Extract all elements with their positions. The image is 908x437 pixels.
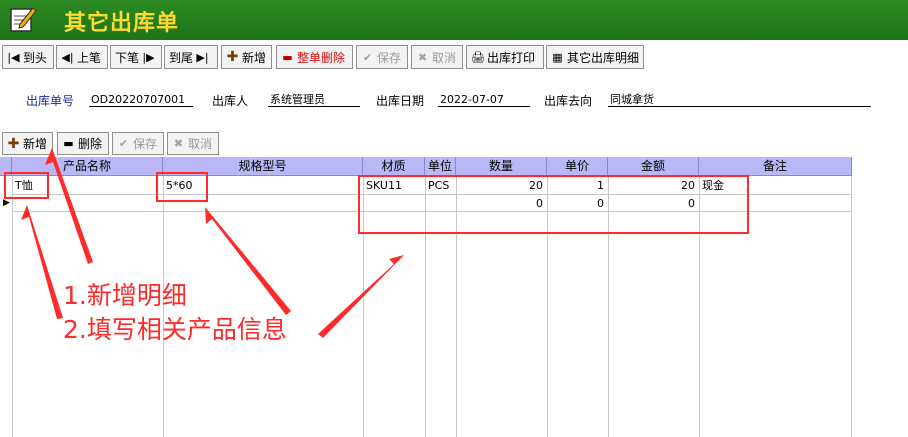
cell-qty[interactable]: 0 — [458, 196, 543, 211]
x-icon: ✖ — [173, 137, 184, 150]
doc-no-field[interactable]: OD20220707001 — [89, 92, 193, 107]
save-button[interactable]: ✔ 保存 — [356, 45, 408, 69]
cell-price[interactable]: 1 — [549, 178, 604, 193]
title-bar: 其它出库单 — [0, 0, 908, 40]
grid-divider — [608, 176, 609, 437]
col-header-amount[interactable]: 金额 — [608, 157, 699, 176]
last-record-button[interactable]: 到尾 ▶| — [164, 45, 218, 69]
main-toolbar: |◀ 到头 ◀| 上笔 下笔 |▶ 到尾 ▶| ✚ 新增 ▬ 整单删除 ✔ 保存… — [0, 45, 908, 71]
cell-amount[interactable]: 0 — [610, 196, 695, 211]
date-label: 出库日期 — [376, 94, 425, 108]
row-divider — [12, 211, 852, 212]
row-header-corner — [0, 157, 12, 176]
annotation-step1: 1.新增明细 — [63, 281, 187, 310]
prev-record-icon: ◀| — [61, 50, 74, 64]
grid-divider — [425, 176, 426, 437]
print-button[interactable]: 🖨 出库打印 — [466, 45, 544, 69]
row-divider — [12, 194, 852, 195]
cell-unit[interactable]: PCS — [428, 178, 449, 193]
window-title: 其它出库单 — [64, 11, 180, 36]
col-header-name[interactable]: 产品名称 — [12, 157, 163, 176]
col-header-qty[interactable]: 数量 — [456, 157, 547, 176]
cell-price[interactable]: 0 — [549, 196, 604, 211]
table-icon: ▦ — [552, 50, 563, 64]
doc-no-label: 出库单号 — [26, 94, 75, 108]
cell-name[interactable]: T恤 — [15, 178, 33, 193]
cell-note[interactable]: 现金 — [702, 178, 724, 193]
detail-save-button[interactable]: ✔ 保存 — [112, 132, 164, 155]
detail-delete-button[interactable]: ▬ 删除 — [57, 132, 109, 155]
current-row-indicator-icon: ▶ — [3, 198, 10, 208]
check-icon: ✔ — [118, 137, 129, 150]
cell-amount[interactable]: 20 — [610, 178, 695, 193]
cell-material[interactable]: SKU11 — [366, 178, 402, 193]
annotation-step2: 2.填写相关产品信息 — [63, 315, 287, 344]
cell-qty[interactable]: 20 — [458, 178, 543, 193]
printer-icon: 🖨 — [471, 50, 485, 64]
header-form: 出库单号 OD20220707001 出库人 系统管理员 出库日期 2022-0… — [0, 88, 908, 114]
person-field[interactable]: 系统管理员 — [268, 92, 360, 107]
first-record-button[interactable]: |◀ 到头 — [2, 45, 54, 69]
check-icon: ✔ — [362, 50, 373, 64]
col-header-spec[interactable]: 规格型号 — [163, 157, 363, 176]
col-header-price[interactable]: 单价 — [547, 157, 608, 176]
grid-divider — [12, 176, 13, 437]
grid-divider — [851, 176, 852, 437]
detail-add-button[interactable]: ✚ 新增 — [2, 132, 53, 155]
notepad-pencil-icon — [10, 7, 37, 32]
date-field[interactable]: 2022-07-07 — [438, 92, 530, 107]
next-record-icon: |▶ — [142, 50, 155, 64]
minus-icon: ▬ — [282, 50, 293, 64]
prev-record-button[interactable]: ◀| 上笔 — [56, 45, 108, 69]
grid-divider — [363, 176, 364, 437]
grid-divider — [699, 176, 700, 437]
plus-icon: ✚ — [226, 49, 239, 65]
last-record-icon: ▶| — [196, 50, 209, 64]
dest-label: 出库去向 — [544, 94, 593, 108]
first-record-icon: |◀ — [7, 50, 20, 64]
delete-all-button[interactable]: ▬ 整单删除 — [276, 45, 353, 69]
add-button[interactable]: ✚ 新增 — [221, 45, 272, 69]
col-header-note[interactable]: 备注 — [699, 157, 852, 176]
grid-divider — [547, 176, 548, 437]
next-record-button[interactable]: 下笔 |▶ — [110, 45, 162, 69]
person-label: 出库人 — [212, 94, 249, 108]
grid-divider — [456, 176, 457, 437]
dest-field[interactable]: 同城拿货 — [608, 92, 871, 107]
plus-icon: ✚ — [7, 135, 20, 152]
cell-spec[interactable]: 5*60 — [166, 178, 193, 193]
detail-report-button[interactable]: ▦ 其它出库明细 — [546, 45, 644, 69]
col-header-unit[interactable]: 单位 — [425, 157, 456, 176]
col-header-material[interactable]: 材质 — [363, 157, 425, 176]
cancel-button[interactable]: ✖ 取消 — [411, 45, 463, 69]
detail-cancel-button[interactable]: ✖ 取消 — [167, 132, 219, 155]
x-icon: ✖ — [417, 50, 428, 64]
minus-icon: ▬ — [63, 137, 74, 150]
